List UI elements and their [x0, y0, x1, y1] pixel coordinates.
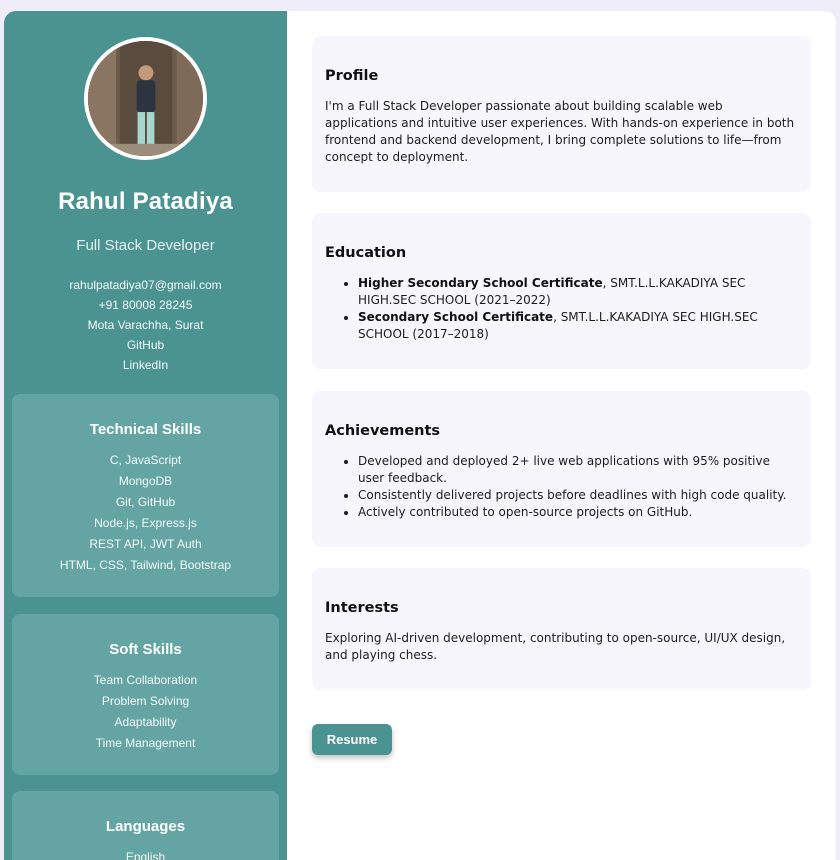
education-degree: Secondary School Certificate [358, 310, 554, 324]
email-link[interactable]: rahulpatadiya07@gmail.com [4, 275, 287, 295]
contact-info: rahulpatadiya07@gmail.com +91 80008 2824… [4, 275, 287, 375]
soft-skills-list: Team Collaboration Problem Solving Adapt… [12, 670, 279, 754]
resume-button[interactable]: Resume [312, 724, 392, 755]
soft-skills-panel: Soft Skills Team Collaboration Problem S… [12, 614, 279, 775]
location: Mota Varachha, Surat [87, 318, 204, 332]
technical-skills-title: Technical Skills [89, 421, 202, 438]
education-item: Secondary School Certificate, SMT.L.L.KA… [358, 309, 798, 343]
profile-title: Profile [325, 68, 379, 84]
achievements-section: Achievements Developed and deployed 2+ l… [312, 391, 811, 547]
interests-section: Interests Exploring AI-driven developmen… [312, 568, 811, 690]
profile-photo-icon [88, 41, 203, 156]
profile-name: Rahul Patadiya [58, 188, 233, 215]
soft-skill-item: Problem Solving [101, 694, 190, 708]
resume-card: Rahul Patadiya Full Stack Developer rahu… [4, 11, 836, 860]
soft-skill-item: Team Collaboration [93, 673, 198, 687]
education-list: Higher Secondary School Certificate, SMT… [325, 275, 798, 343]
interests-text: Exploring AI-driven development, contrib… [325, 631, 786, 662]
education-section: Education Higher Secondary School Certif… [312, 213, 811, 369]
main-content: Profile I'm a Full Stack Developer passi… [287, 11, 836, 860]
profile-section: Profile I'm a Full Stack Developer passi… [312, 36, 811, 192]
languages-list: English [12, 847, 279, 860]
achievement-item: Actively contributed to open-source proj… [358, 504, 798, 521]
education-degree: Higher Secondary School Certificate [358, 276, 603, 290]
soft-skill-item: Time Management [95, 736, 196, 750]
technical-skills-list: C, JavaScript MongoDB Git, GitHub Node.j… [12, 450, 279, 576]
profile-role: Full Stack Developer [76, 237, 215, 254]
achievement-item: Consistently delivered projects before d… [358, 487, 798, 504]
interests-title: Interests [325, 600, 399, 616]
achievement-item: Developed and deployed 2+ live web appli… [358, 453, 798, 487]
achievements-list: Developed and deployed 2+ live web appli… [325, 453, 798, 521]
soft-skills-title: Soft Skills [109, 641, 182, 658]
education-item: Higher Secondary School Certificate, SMT… [358, 275, 798, 309]
avatar [84, 37, 207, 160]
profile-text: I'm a Full Stack Developer passionate ab… [325, 99, 795, 164]
language-item: English [125, 850, 166, 860]
soft-skill-item: Adaptability [114, 715, 177, 729]
education-title: Education [325, 245, 407, 261]
phone-number: +91 80008 28245 [98, 298, 193, 312]
sidebar: Rahul Patadiya Full Stack Developer rahu… [4, 11, 287, 860]
github-link[interactable]: GitHub [4, 335, 287, 355]
achievements-title: Achievements [325, 423, 441, 439]
linkedin-link[interactable]: LinkedIn [4, 355, 287, 375]
skill-item: HTML, CSS, Tailwind, Bootstrap [59, 558, 232, 572]
technical-skills-panel: Technical Skills C, JavaScript MongoDB G… [12, 394, 279, 597]
languages-panel: Languages English [12, 791, 279, 860]
languages-title: Languages [105, 818, 186, 835]
skill-item: Node.js, Express.js [94, 516, 197, 530]
skill-item: MongoDB [118, 474, 173, 488]
skill-item: Git, GitHub [115, 495, 176, 509]
skill-item: REST API, JWT Auth [89, 537, 202, 551]
skill-item: C, JavaScript [109, 453, 182, 467]
